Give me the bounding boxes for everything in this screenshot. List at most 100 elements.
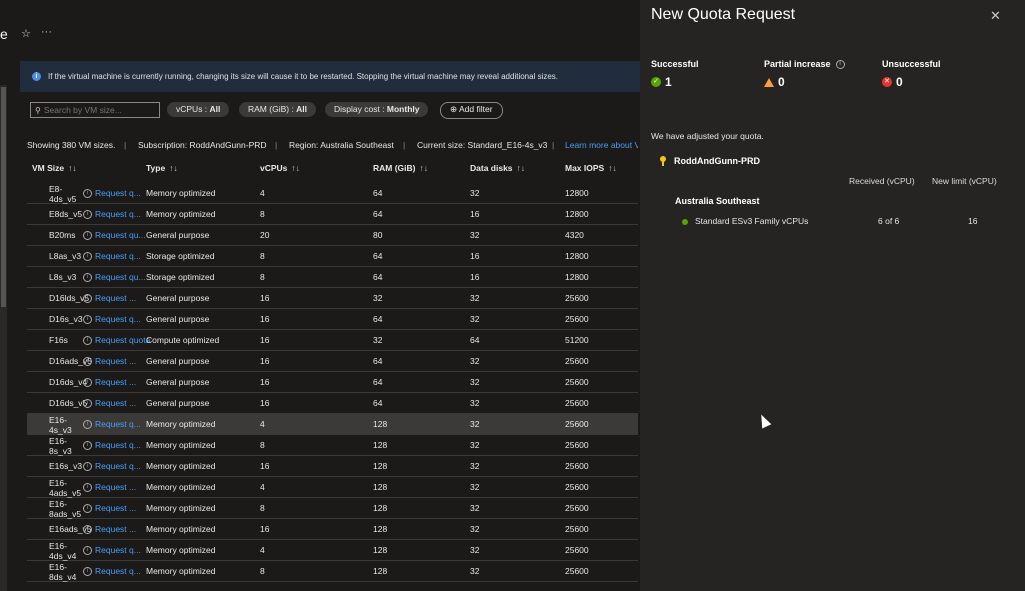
search-input[interactable] — [40, 105, 154, 115]
request-quota-link[interactable]: i Request q... — [83, 561, 141, 581]
info-banner-text: If the virtual machine is currently runn… — [48, 72, 559, 81]
col-new-limit: New limit (vCPU) — [932, 176, 997, 186]
close-icon[interactable]: ✕ — [990, 8, 1001, 24]
add-filter-label: Add filter — [459, 104, 493, 114]
table-row[interactable]: E16-4ads_v5 i Request ... Memory optimized 4… — [27, 477, 638, 498]
request-quota-label: Request ... — [95, 293, 137, 303]
request-quota-link[interactable]: i Request q... — [83, 540, 141, 560]
vm-size-cell: E8-4ds_v5 — [49, 184, 77, 204]
key-icon — [660, 156, 666, 166]
table-row[interactable]: D16ds_v5 i Request ... General purpose 16 64 3… — [27, 393, 638, 414]
request-quota-link[interactable]: i Request ... — [83, 351, 136, 371]
vcpus-cell: 4 — [260, 419, 265, 429]
vm-size-cell: F16s — [49, 335, 68, 345]
partial-label-text: Partial increase — [764, 59, 831, 69]
scrollbar-thumb[interactable] — [1, 87, 6, 307]
col-vcpus[interactable]: vCPUs ↑↓ — [260, 163, 300, 173]
request-quota-link[interactable]: i Request q... — [83, 435, 141, 455]
table-row[interactable]: D16s_v3 i Request q... General purpose 16 64 3… — [27, 309, 638, 330]
type-cell: General purpose — [146, 356, 210, 366]
request-quota-label: Request q... — [95, 314, 141, 324]
request-quota-link[interactable]: i Request q... — [83, 456, 141, 476]
iops-cell: 25600 — [565, 566, 589, 576]
col-ram[interactable]: RAM (GiB) ↑↓ — [373, 163, 428, 173]
request-quota-link[interactable]: i Request quota — [83, 330, 150, 350]
table-row[interactable]: D16ds_v4 i Request ... General purpose 16 64 3… — [27, 372, 638, 393]
vcpus-cell: 8 — [260, 251, 265, 261]
col-data-disks[interactable]: Data disks ↑↓ — [470, 163, 525, 173]
separator: | — [552, 140, 555, 150]
sort-icon: ↑↓ — [68, 163, 77, 173]
col-label: Max IOPS — [565, 163, 605, 173]
disks-cell: 32 — [470, 461, 480, 471]
table-row[interactable]: E16s_v3 i Request q... Memory optimized 16 12… — [27, 456, 638, 477]
vcpus-filter-key: vCPUs : — [176, 104, 210, 114]
table-row[interactable]: B20ms i Request qu... General purpose 20 80 32… — [27, 225, 638, 246]
table-row[interactable]: F16s i Request quota Compute optimized 16 32 6… — [27, 330, 638, 351]
request-quota-link[interactable]: i Request ... — [83, 519, 136, 539]
ram-cell: 80 — [373, 230, 383, 240]
info-icon: i — [83, 462, 92, 472]
table-row[interactable]: L8s_v3 i Request qu... Storage optimized 8 64… — [27, 267, 638, 288]
info-icon: i — [83, 252, 92, 262]
request-quota-link[interactable]: i Request q... — [83, 414, 141, 434]
table-row[interactable]: D16lds_v5 i Request ... General purpose 16 32… — [27, 288, 638, 309]
vcpus-filter-pill[interactable]: vCPUs : All — [167, 102, 230, 117]
request-quota-link[interactable]: i Request ... — [83, 477, 136, 497]
col-label: RAM (GiB) — [373, 163, 416, 173]
col-vm-size[interactable]: VM Size ↑↓ — [32, 163, 77, 173]
disks-cell: 32 — [470, 419, 480, 429]
request-quota-link[interactable]: i Request ... — [83, 372, 136, 392]
vm-size-cell: E16-8s_v3 — [49, 436, 72, 456]
table-row[interactable]: E8-4ds_v5 i Request q... Memory optimized 4 6… — [27, 183, 638, 204]
info-icon[interactable]: i — [835, 60, 845, 70]
table-row[interactable]: E16-8s_v3 i Request q... Memory optimized 8 1… — [27, 435, 638, 456]
table-row[interactable]: E8ds_v5 i Request q... Memory optimized 8 64 1… — [27, 204, 638, 225]
request-quota-link[interactable]: i Request q... — [83, 204, 141, 224]
disks-cell: 32 — [470, 377, 480, 387]
table-row[interactable]: E16ads_v5 i Request ... Memory optimized 16 1… — [27, 519, 638, 540]
favorite-star-icon[interactable]: ☆ — [21, 27, 31, 40]
request-quota-link[interactable]: i Request q... — [83, 309, 141, 329]
error-icon: ✕ — [882, 77, 892, 87]
vm-size-cell: D16lds_v5 — [49, 293, 90, 303]
info-icon: i — [32, 72, 41, 81]
table-row[interactable]: E16-8ads_v5 i Request ... Memory optimized 8… — [27, 498, 638, 519]
vm-count: Showing 380 VM sizes. — [27, 140, 116, 150]
iops-cell: 25600 — [565, 419, 589, 429]
type-cell: Storage optimized — [146, 251, 215, 261]
request-quota-link[interactable]: i Request ... — [83, 393, 136, 413]
table-row[interactable]: L8as_v3 i Request q... Storage optimized 8 64… — [27, 246, 638, 267]
iops-cell: 25600 — [565, 545, 589, 555]
add-filter-button[interactable]: ⊕ Add filter — [440, 102, 503, 119]
request-quota-link[interactable]: i Request q... — [83, 183, 141, 203]
successful-count: ✓ 1 — [651, 75, 672, 89]
ram-filter-pill[interactable]: RAM (GiB) : All — [239, 102, 317, 117]
col-type[interactable]: Type ↑↓ — [146, 163, 178, 173]
more-options-icon[interactable]: ··· — [41, 26, 52, 38]
cost-filter-pill[interactable]: Display cost : Monthly — [325, 102, 429, 117]
request-quota-link[interactable]: i Request qu... — [83, 225, 146, 245]
info-icon: i — [83, 420, 92, 430]
search-box[interactable]: ⚲ — [30, 102, 160, 118]
request-quota-link[interactable]: i Request ... — [83, 288, 136, 308]
scrollbar[interactable] — [0, 85, 7, 591]
table-row[interactable]: E16-4ds_v4 i Request q... Memory optimized 4… — [27, 540, 638, 561]
vcpus-cell: 16 — [260, 314, 270, 324]
request-quota-link[interactable]: i Request qu... — [83, 267, 146, 287]
vm-size-cell: E16s_v3 — [49, 461, 83, 471]
partial-count: 0 — [764, 75, 785, 89]
vm-size-cell: E16-4ads_v5 — [49, 478, 81, 498]
type-cell: Memory optimized — [146, 461, 216, 471]
learn-more-link[interactable]: Learn more about V — [565, 140, 638, 150]
request-quota-link[interactable]: i Request ... — [83, 498, 136, 518]
table-row[interactable]: E16-4s_v3 i Request q... Memory optimized 4 1… — [27, 414, 638, 435]
ram-cell: 128 — [373, 503, 388, 513]
info-icon: i — [83, 336, 92, 346]
ram-cell: 128 — [373, 482, 388, 492]
col-max-iops[interactable]: Max IOPS ↑↓ — [565, 163, 617, 173]
vm-size-table: E8-4ds_v5 i Request q... Memory optimized 4 6… — [27, 183, 638, 582]
table-row[interactable]: E16-8ds_v4 i Request q... Memory optimized 8… — [27, 561, 638, 582]
table-row[interactable]: D16ads_v5 i Request ... General purpose 16 64… — [27, 351, 638, 372]
request-quota-link[interactable]: i Request q... — [83, 246, 141, 266]
